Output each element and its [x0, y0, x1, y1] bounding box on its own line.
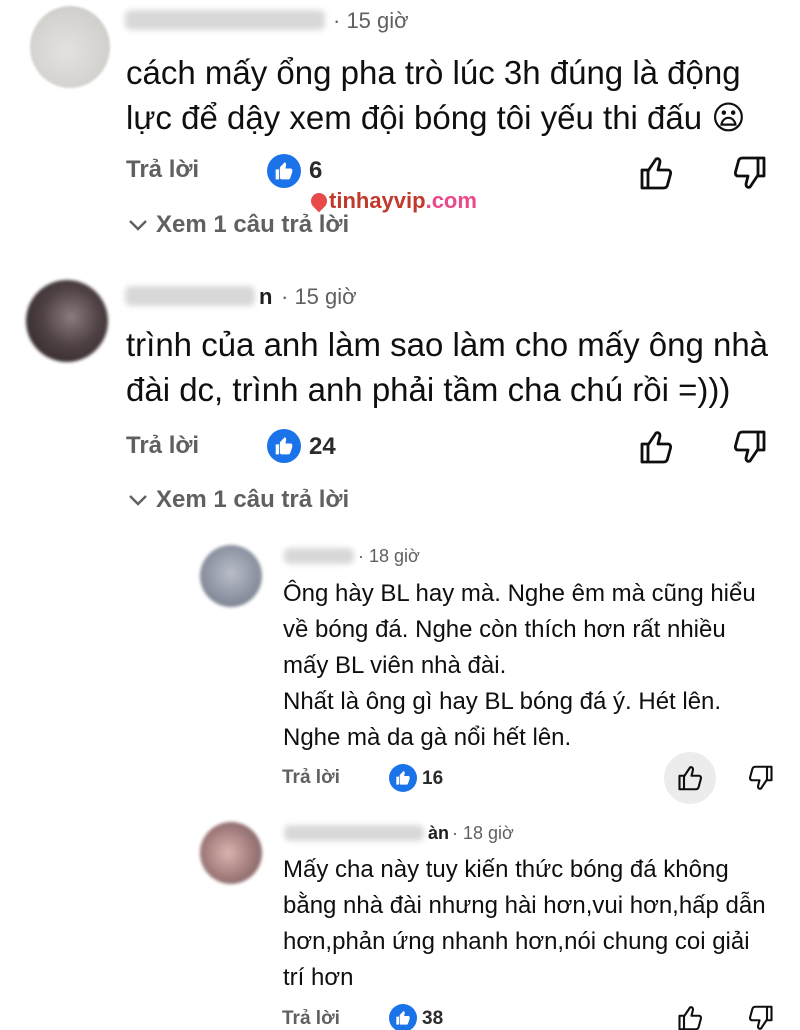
comment-text-line: bằng nhà đài nhưng hài hơn,vui hơn,hấp d… [283, 892, 766, 919]
reply-button[interactable]: Trả lời [282, 1008, 340, 1030]
reply-2: àn · 18 giờ Mấy cha này tuy kiến thức bó… [0, 0, 800, 1030]
thumbs-up-icon [389, 1004, 417, 1030]
author-name-blurred[interactable] [284, 825, 424, 841]
comment-text-line: trí hơn [283, 964, 354, 991]
thumbs-up-outline-icon[interactable] [675, 1003, 705, 1030]
comment-text-line: hơn,phản ứng nhanh hơn,nói chung coi giả… [283, 928, 750, 955]
thumbs-down-outline-icon[interactable] [746, 1003, 776, 1030]
comment-text-line: Mấy cha này tuy kiến thức bóng đá không [283, 856, 729, 883]
avatar[interactable] [200, 822, 262, 884]
author-name-visible-part[interactable]: àn [428, 823, 449, 844]
comment-time: · 18 giờ [452, 823, 514, 843]
like-count: 38 [422, 1008, 444, 1029]
